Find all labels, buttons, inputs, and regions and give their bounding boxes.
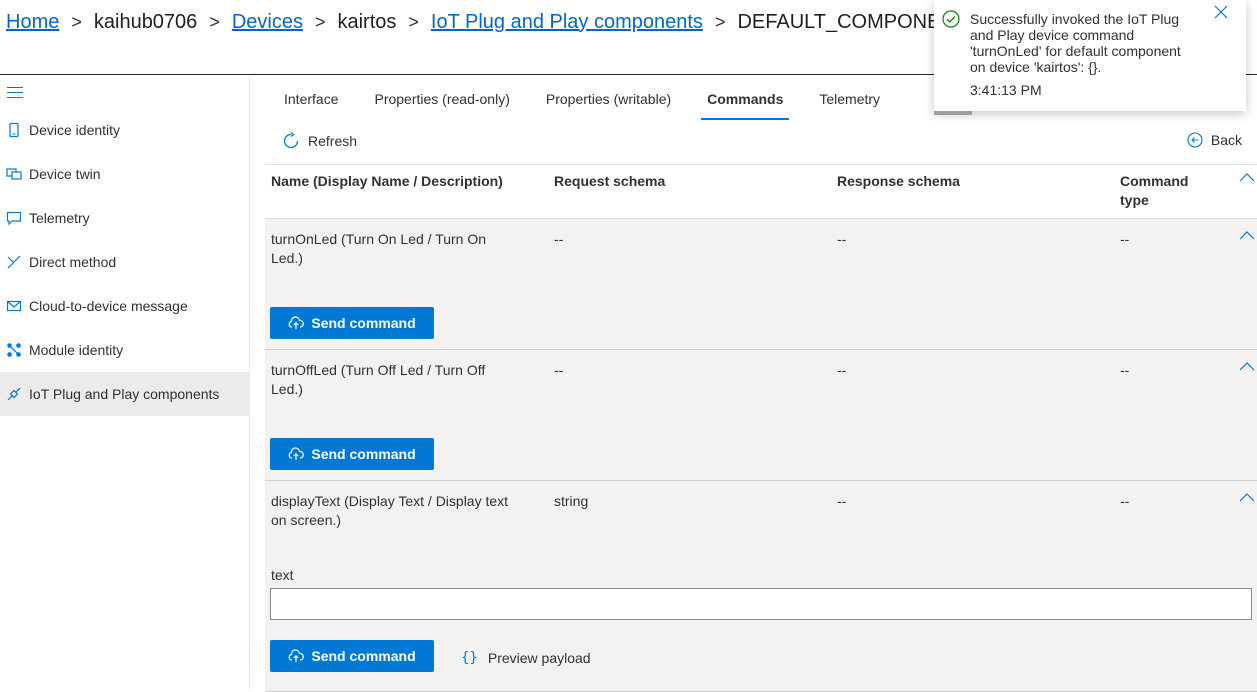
device-identity-icon (6, 122, 22, 138)
response-schema: -- (837, 362, 847, 378)
command-type: -- (1120, 493, 1130, 509)
sidebar-item-label: Device identity (29, 122, 121, 138)
column-header-response-schema: Response schema (837, 173, 960, 189)
cloud-upload-icon (289, 447, 305, 460)
tab-telemetry[interactable]: Telemetry (801, 88, 898, 120)
chevron-up-icon[interactable] (1239, 361, 1255, 371)
breadcrumb-separator: > (714, 11, 726, 32)
chevron-up-icon[interactable] (1239, 172, 1255, 182)
send-command-label: Send command (311, 315, 416, 331)
response-schema: -- (837, 493, 847, 509)
sidebar-item-device-twin[interactable]: Device twin (0, 152, 250, 196)
telemetry-icon (6, 210, 22, 226)
send-command-label: Send command (311, 446, 416, 462)
table-header: Name (Display Name / Description) Reques… (265, 164, 1257, 219)
notification-message: Successfully invoked the IoT Plug and Pl… (970, 11, 1181, 75)
plug-icon (6, 386, 22, 402)
success-check-icon (942, 10, 960, 28)
sidebar-item-iot-plug-and-play-components[interactable]: IoT Plug and Play components (0, 372, 250, 416)
module-identity-icon (6, 342, 22, 358)
breadcrumb-home-link[interactable]: Home (6, 11, 59, 34)
breadcrumb-separator: > (209, 11, 220, 32)
breadcrumb-separator: > (71, 11, 82, 32)
device-twin-icon (6, 166, 22, 182)
back-icon (1187, 132, 1203, 148)
sidebar: Device identity Device twin Telemetry Di… (0, 75, 250, 691)
send-command-button[interactable]: Send command (270, 438, 434, 470)
breadcrumb-separator: > (314, 11, 326, 32)
preview-payload-button[interactable]: {} Preview payload (461, 650, 591, 666)
command-name: turnOnLed (Turn On Led / Turn On Led.) (271, 231, 487, 266)
sidebar-item-telemetry[interactable]: Telemetry (0, 196, 250, 240)
column-header-name: Name (Display Name / Description) (271, 173, 503, 189)
sidebar-item-cloud-to-device-message[interactable]: Cloud-to-device message (0, 284, 250, 328)
breadcrumb-devices-link[interactable]: Devices (232, 11, 303, 34)
column-header-request-schema: Request schema (554, 173, 666, 189)
close-icon[interactable] (1214, 5, 1228, 19)
sidebar-item-label: Telemetry (29, 210, 90, 226)
commands-table: Name (Display Name / Description) Reques… (265, 164, 1257, 692)
send-command-button[interactable]: Send command (270, 640, 434, 672)
table-row: turnOnLed (Turn On Led / Turn On Led.) -… (265, 219, 1257, 350)
command-name: turnOffLed (Turn Off Led / Turn Off Led.… (271, 362, 486, 397)
notification-time: 3:41:13 PM (970, 82, 1042, 98)
tab-properties-writable[interactable]: Properties (writable) (528, 88, 689, 120)
sidebar-nav: Device identity Device twin Telemetry Di… (0, 108, 250, 416)
tab-commands[interactable]: Commands (689, 88, 801, 120)
refresh-icon (283, 132, 299, 149)
sidebar-item-direct-method[interactable]: Direct method (0, 240, 250, 284)
table-row: displayText (Display Text / Display text… (265, 481, 1257, 692)
command-type: -- (1120, 231, 1130, 247)
back-button[interactable]: Back (1187, 132, 1242, 148)
request-schema: string (554, 493, 589, 509)
command-name: displayText (Display Text / Display text… (271, 493, 509, 528)
message-icon (6, 298, 22, 314)
direct-method-icon (6, 254, 22, 270)
send-command-label: Send command (311, 648, 416, 664)
sidebar-item-device-identity[interactable]: Device identity (0, 108, 250, 152)
chevron-up-icon[interactable] (1239, 492, 1255, 502)
chevron-up-icon[interactable] (1239, 230, 1255, 240)
back-label: Back (1210, 132, 1242, 148)
success-notification: Successfully invoked the IoT Plug and Pl… (934, 0, 1246, 115)
sidebar-item-module-identity[interactable]: Module identity (0, 328, 250, 372)
breadcrumb-pnp-link[interactable]: IoT Plug and Play components (431, 11, 703, 34)
refresh-label: Refresh (308, 133, 358, 149)
breadcrumb-device: kairtos (337, 10, 397, 33)
breadcrumb: Home > kaihub0706 > Devices > kairtos > … (6, 8, 967, 36)
sidebar-item-label: Module identity (29, 342, 124, 358)
cloud-upload-icon (289, 316, 305, 329)
tab-interface[interactable]: Interface (266, 88, 356, 120)
send-command-button[interactable]: Send command (270, 307, 434, 339)
sidebar-item-label: Direct method (29, 254, 117, 270)
table-row: turnOffLed (Turn Off Led / Turn Off Led.… (265, 350, 1257, 481)
braces-icon: {} (461, 650, 478, 666)
refresh-button[interactable]: Refresh (282, 132, 357, 150)
column-header-command-type: Command type (1120, 173, 1189, 208)
hamburger-menu-icon[interactable] (7, 87, 23, 99)
sidebar-item-label: IoT Plug and Play components (29, 386, 220, 402)
preview-payload-label: Preview payload (487, 650, 591, 666)
text-input[interactable] (270, 588, 1252, 620)
request-schema: -- (554, 362, 564, 378)
breadcrumb-separator: > (408, 11, 419, 32)
breadcrumb-component: DEFAULT_COMPONENT (737, 10, 968, 33)
request-schema: -- (554, 231, 564, 247)
sidebar-item-label: Device twin (29, 166, 101, 182)
cloud-upload-icon (289, 649, 305, 662)
sidebar-item-label: Cloud-to-device message (29, 298, 188, 314)
response-schema: -- (837, 231, 847, 247)
command-type: -- (1120, 362, 1130, 378)
tab-properties-read-only[interactable]: Properties (read-only) (356, 88, 527, 120)
notification-progress (934, 111, 972, 115)
text-field-label: text (271, 567, 294, 583)
breadcrumb-hub: kaihub0706 (93, 10, 198, 33)
pivot-tabs: Interface Properties (read-only) Propert… (266, 88, 898, 122)
